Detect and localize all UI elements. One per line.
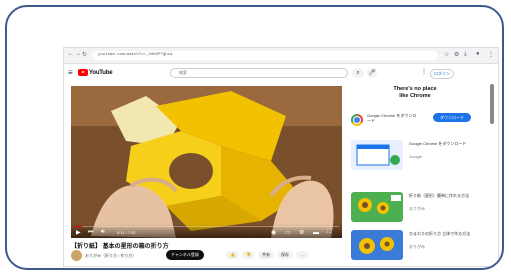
like-button[interactable]: 👍: [226, 251, 239, 259]
share-button[interactable]: 共有: [257, 251, 274, 259]
dislike-button[interactable]: 👎: [241, 251, 255, 259]
progress-bar-fill: [74, 226, 82, 227]
time-display: 0:11 / 7:31: [117, 230, 136, 235]
search-icon[interactable]: ⌕: [352, 68, 364, 78]
video-player[interactable]: ▶ ⏭ 🔊︎ 0:11 / 7:31 ◉ ▭ ⚙ ▬ ⛶: [71, 86, 342, 238]
video-frame-origami: [71, 86, 342, 238]
video-title: 【折り紙】 基本の星形の箱の折り方: [71, 244, 169, 250]
more-options-icon[interactable]: ⋮: [421, 68, 427, 75]
recommendation-title: ひまわりの折り方 立体で作る方法: [409, 231, 471, 236]
fullscreen-icon[interactable]: ⛶: [327, 229, 331, 236]
browser-screenshot: ← → ↻ youtube.com/watch?v=_4dKSP7Qhiw ☆ …: [63, 47, 499, 267]
browser-menu-icon[interactable]: ⋮: [488, 51, 494, 58]
reload-icon[interactable]: ↻: [82, 51, 87, 58]
profile-icon[interactable]: ●: [476, 51, 480, 57]
subscribe-button[interactable]: チャンネル登録: [166, 250, 204, 260]
recommendation-meta: おりがみ: [409, 206, 425, 211]
signin-button[interactable]: ログイン: [430, 69, 454, 79]
subtitles-icon[interactable]: ▭: [285, 229, 291, 236]
page-scrollbar[interactable]: [490, 84, 494, 124]
youtube-header: ≡ YouTube 検索 ⌕ 🎤︎ ⋮ ログイン: [64, 64, 498, 82]
recommendation-thumbnail: [351, 230, 403, 260]
more-actions-button[interactable]: …: [295, 251, 308, 259]
volume-icon[interactable]: 🔊︎: [101, 229, 105, 236]
download-icon[interactable]: ⤓: [464, 51, 467, 58]
next-icon[interactable]: ⏭: [88, 229, 93, 236]
recommendation-meta: おりがみ: [409, 244, 425, 249]
chrome-logo-icon: [351, 114, 363, 126]
recommendation-item[interactable]: Google Chrome をダウンロード Google: [347, 140, 487, 174]
rounded-frame: ← → ↻ youtube.com/watch?v=_4dKSP7Qhiw ☆ …: [5, 5, 504, 270]
chrome-promo-text: Google Chrome をダウンロード: [367, 113, 417, 123]
youtube-play-icon: [78, 69, 88, 76]
channel-name[interactable]: おりがみ（折り方 / 作り方）: [85, 253, 136, 259]
recommendation-title: 折り紙（星形）簡単に作れる方法: [409, 193, 469, 198]
address-bar[interactable]: youtube.com/watch?v=_4dKSP7Qhiw: [92, 51, 438, 60]
recommendation-thumbnail: [351, 140, 403, 170]
right-sidebar: There's no place like Chrome Google Chro…: [347, 84, 487, 266]
recommendation-item[interactable]: ひまわりの折り方 立体で作る方法 おりがみ: [347, 230, 487, 264]
bookmark-star-icon[interactable]: ☆: [444, 51, 449, 58]
theater-mode-icon[interactable]: ▬: [313, 230, 319, 236]
recommendation-title: Google Chrome をダウンロード: [409, 141, 467, 146]
chrome-promo-title: There's no place like Chrome: [393, 86, 437, 99]
hamburger-menu-icon[interactable]: ≡: [68, 68, 73, 77]
settings-icon[interactable]: ⚙: [299, 229, 304, 236]
save-button[interactable]: 保存: [276, 251, 293, 259]
channel-avatar[interactable]: [71, 250, 82, 261]
forward-icon[interactable]: →: [75, 51, 81, 57]
download-chrome-button[interactable]: ダウンロード: [433, 113, 471, 122]
search-input[interactable]: 検索: [170, 68, 348, 78]
video-actions: 👍 👎 共有 保存 …: [226, 251, 308, 259]
recommendation-meta: Google: [409, 154, 422, 159]
microphone-icon[interactable]: 🎤︎: [367, 68, 377, 78]
recommendation-item[interactable]: 折り紙（星形）簡単に作れる方法 おりがみ: [347, 192, 487, 226]
autoplay-toggle-icon[interactable]: ◉: [271, 229, 276, 236]
browser-toolbar: ← → ↻ youtube.com/watch?v=_4dKSP7Qhiw ☆ …: [64, 48, 498, 64]
youtube-logo[interactable]: YouTube: [78, 69, 113, 76]
progress-bar[interactable]: [74, 226, 339, 227]
recommendation-thumbnail: [351, 192, 403, 222]
back-icon[interactable]: ←: [68, 51, 74, 57]
play-icon[interactable]: ▶: [76, 229, 81, 236]
extension-icon[interactable]: ⚙: [454, 51, 459, 58]
